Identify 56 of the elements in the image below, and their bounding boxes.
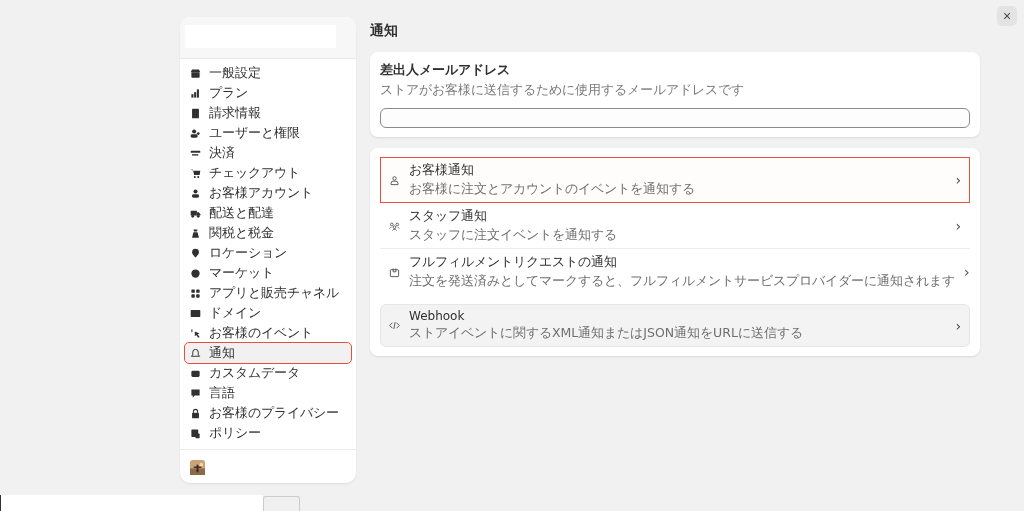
lock-icon	[190, 407, 201, 419]
bag-icon	[190, 227, 201, 239]
chevron-icon: ›	[955, 317, 961, 334]
chevron-icon: ›	[955, 172, 961, 188]
sidebar-item[interactable]: ロケーション	[185, 243, 351, 263]
sidebar-item[interactable]: アプリと販売チャネル	[185, 283, 351, 303]
sidebar-item[interactable]: 決済	[185, 143, 351, 163]
users-icon	[190, 127, 201, 139]
cursor-icon	[190, 327, 201, 339]
pin-icon	[190, 247, 201, 259]
sidebar-item[interactable]: ユーザーと権限	[185, 123, 351, 143]
section-title: 差出人メールアドレス	[380, 62, 511, 79]
bell-icon	[190, 347, 201, 359]
sidebar-item[interactable]: 通知	[185, 343, 351, 363]
sidebar-item[interactable]: カスタムデータ	[185, 363, 351, 383]
chevron-icon: ›	[964, 264, 970, 280]
sidebar-item[interactable]: お客様のイベント	[185, 323, 351, 343]
row-description: スタッフに注文イベントを通知する	[409, 227, 618, 244]
row-title: Webhook	[409, 309, 466, 323]
store-icon	[190, 67, 201, 79]
box-icon	[389, 266, 400, 278]
speech-bubble-icon	[190, 387, 201, 399]
notification-row[interactable]: スタッフ通知 スタッフに注文イベントを通知する ›	[380, 203, 970, 249]
people-icon	[389, 220, 400, 232]
sidebar-item[interactable]: ドメイン	[185, 303, 351, 323]
sidebar-item[interactable]: お客様アカウント	[185, 183, 351, 203]
person-icon	[389, 174, 400, 186]
sidebar-item[interactable]: チェックアウト	[185, 163, 351, 183]
sidebar-item[interactable]: マーケット	[185, 263, 351, 283]
chevron-icon: ›	[955, 218, 961, 234]
row-title: お客様通知	[409, 162, 475, 179]
row-description: お客様に注文とアカウントのイベントを通知する	[409, 181, 696, 198]
sidebar-item[interactable]: 一般設定	[185, 63, 351, 83]
sidebar-item[interactable]: 関税と税金	[185, 223, 351, 243]
close-button[interactable]: ×	[997, 6, 1017, 26]
notification-row[interactable]: お客様通知 お客様に注文とアカウントのイベントを通知する ›	[380, 157, 970, 203]
row-description: ストアイベントに関するXML通知またはJSON通知をURLに送信する	[409, 325, 804, 342]
notification-row[interactable]: フルフィルメントリクエストの通知 注文を発送済みとしてマークすると、フルフィルメントサービスプロバイダーに通知されます ›	[380, 249, 970, 295]
sidebar-item[interactable]: お客様のプライバシー	[185, 403, 351, 423]
row-title: スタッフ通知	[409, 208, 488, 225]
row-title: フルフィルメントリクエストの通知	[409, 254, 618, 271]
cart-icon	[190, 167, 201, 179]
webhook-row[interactable]: Webhook ストアイベントに関するXML通知またはJSON通知をURLに送信する ›	[380, 304, 970, 347]
chart-icon	[190, 87, 201, 99]
page-title: 通知	[370, 22, 399, 40]
section-description: ストアがお客様に送信するために使用するメールアドレスです	[380, 82, 745, 99]
person-icon	[190, 187, 201, 199]
sidebar-item[interactable]: 配送と配達	[185, 203, 351, 223]
sidebar-item[interactable]: プラン	[185, 83, 351, 103]
apps-icon	[190, 287, 201, 299]
row-description: 注文を発送済みとしてマークすると、フルフィルメントサービスプロバイダーに通知されます	[409, 273, 955, 290]
email-field[interactable]	[380, 108, 970, 128]
sidebar-item[interactable]: ポリシー	[185, 423, 351, 443]
sidebar-item[interactable]: 請求情報	[185, 103, 351, 123]
code-icon	[389, 320, 400, 331]
sidebar-item[interactable]: 言語	[185, 383, 351, 403]
